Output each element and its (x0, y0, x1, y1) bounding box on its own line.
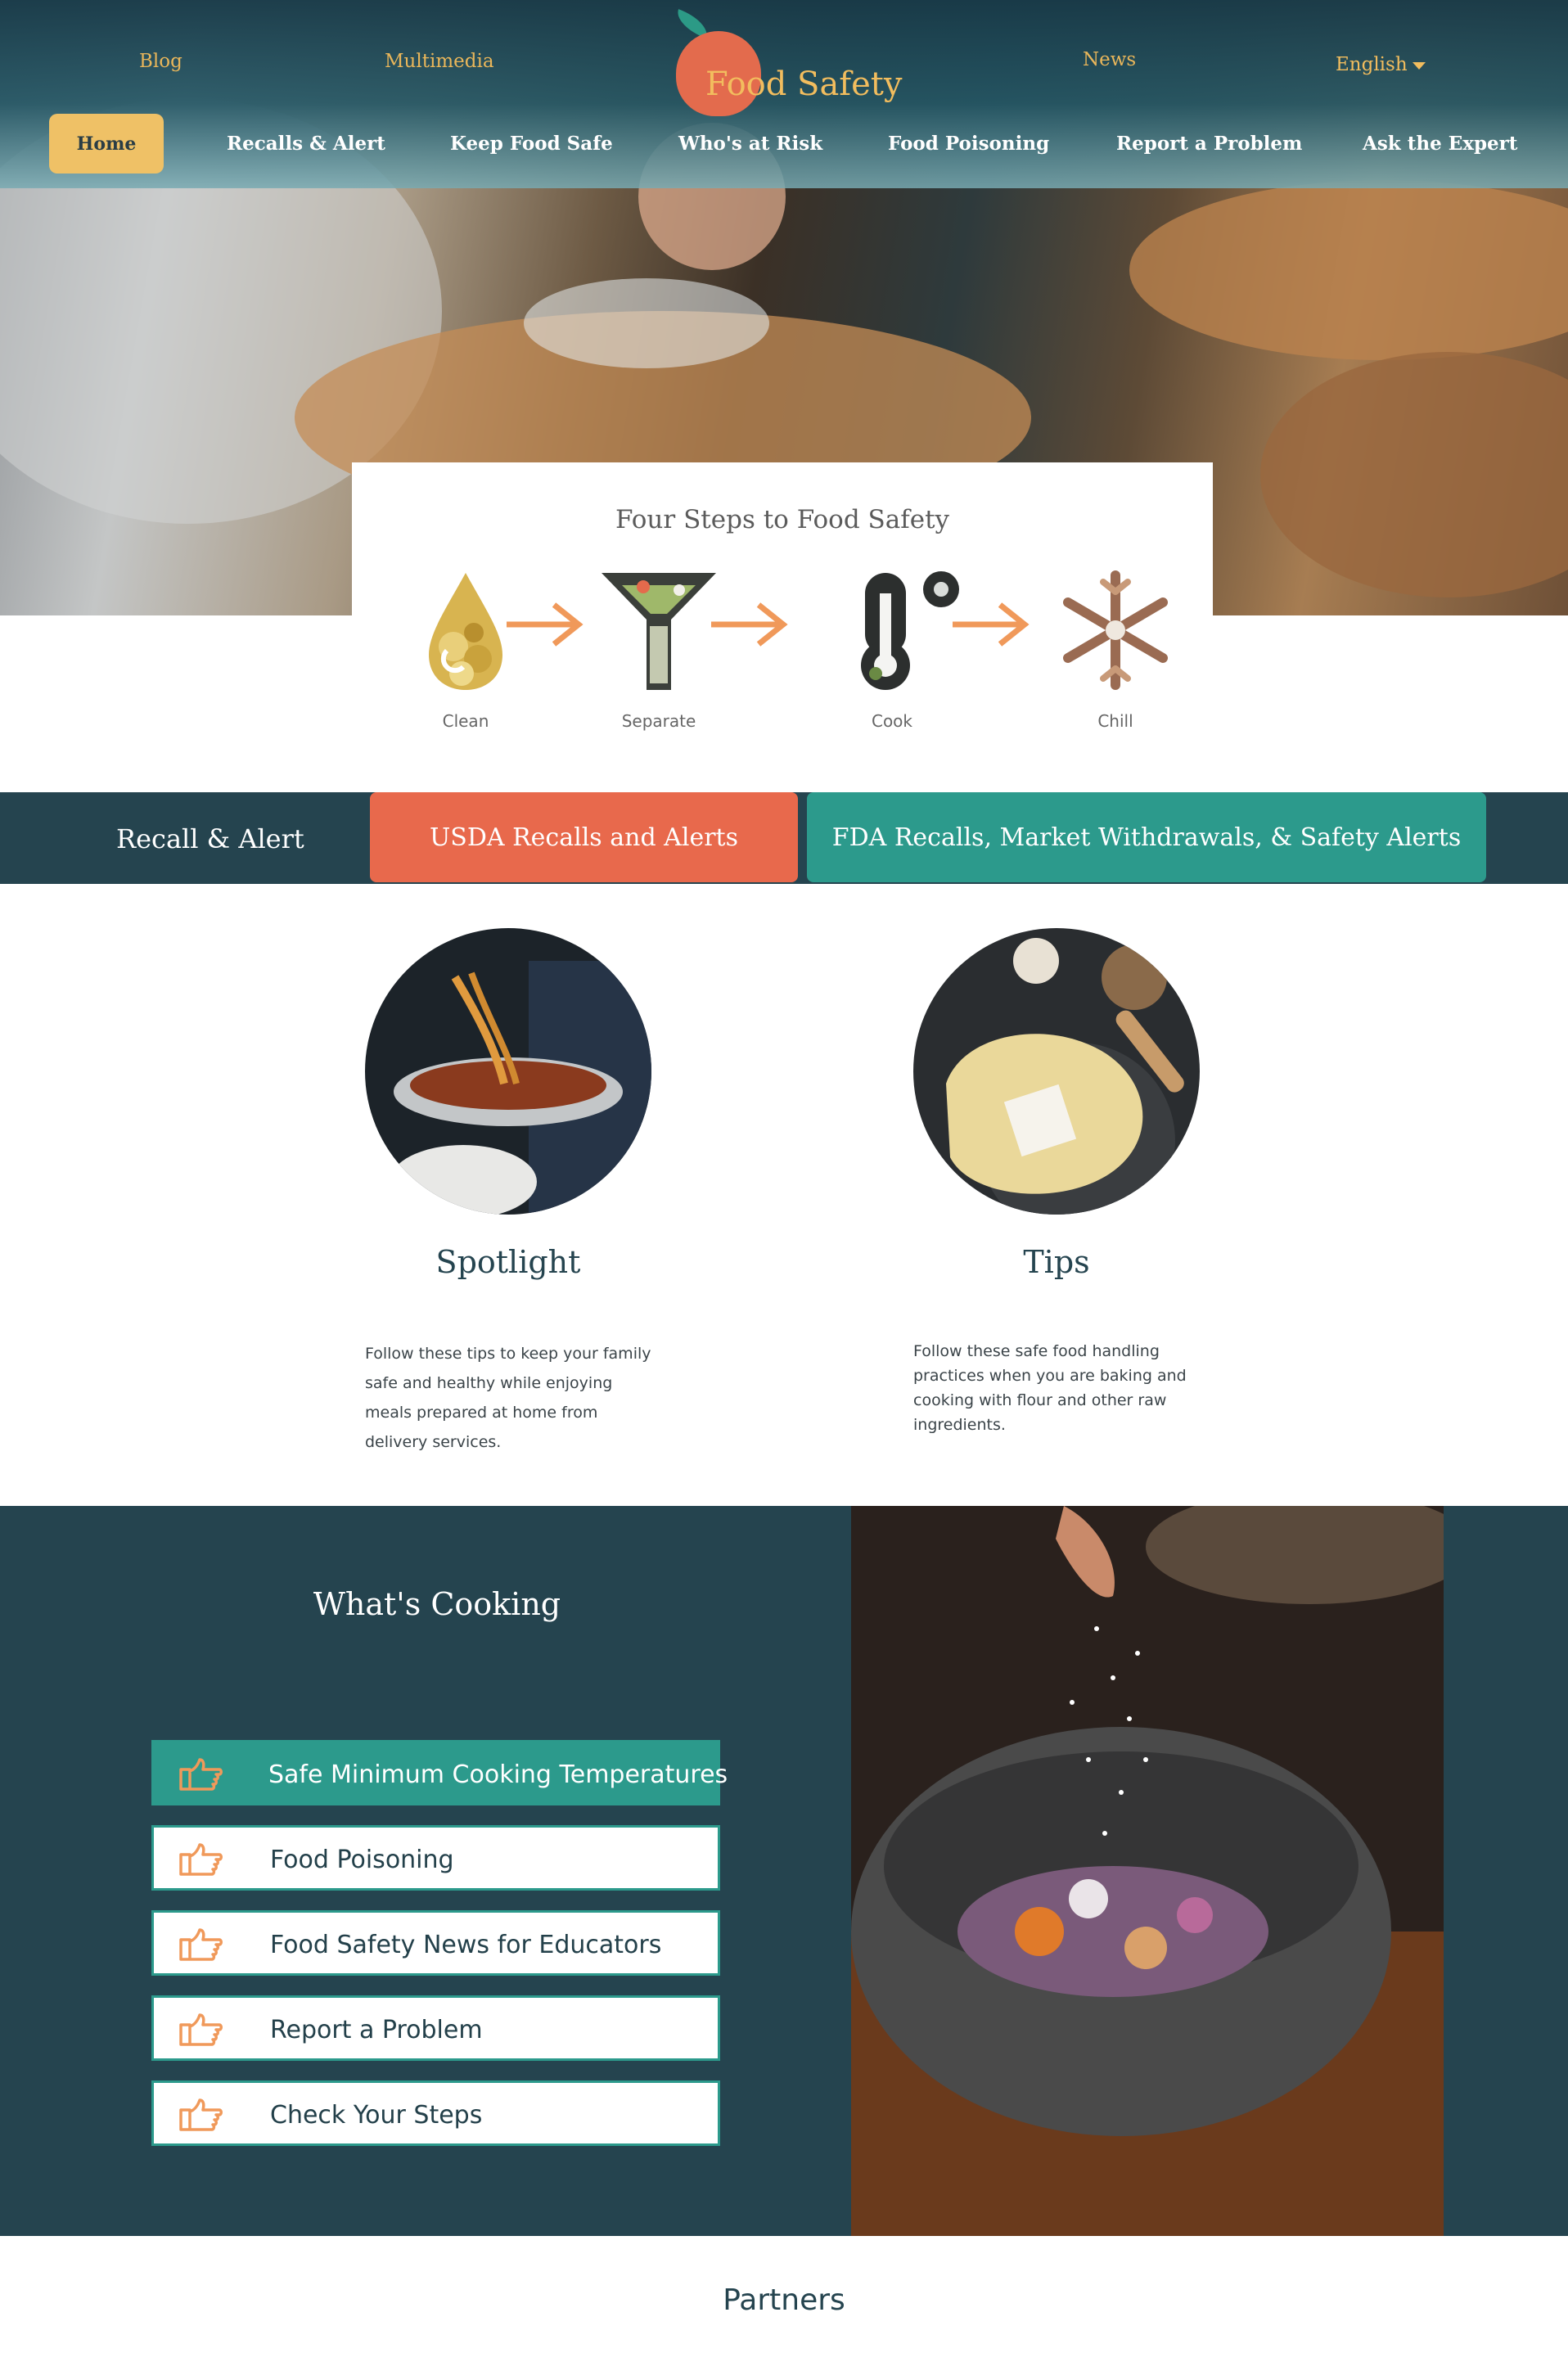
snowflake-icon (1046, 569, 1185, 692)
step-clean[interactable]: Clean (396, 569, 535, 731)
step-label: Chill (1097, 711, 1133, 731)
tips-image[interactable] (913, 928, 1200, 1215)
four-steps-title: Four Steps to Food Safety (615, 505, 950, 534)
cooking-link-safe-min-temps[interactable]: Safe Minimum Cooking Temperatures (151, 1740, 728, 1805)
pointing-hand-icon (179, 1758, 223, 1791)
hero-smoke (524, 278, 769, 368)
whats-cooking-title: What's Cooking (313, 1586, 561, 1622)
step-label: Clean (442, 711, 489, 731)
nav-food-poisoning[interactable]: Food Poisoning (888, 133, 1049, 155)
news-link[interactable]: News (1083, 49, 1136, 70)
cooking-link-check-steps[interactable]: Check Your Steps (151, 2080, 720, 2146)
caret-down-icon (1412, 61, 1426, 70)
cooking-link-report-problem[interactable]: Report a Problem (151, 1995, 720, 2061)
cooking-link-label: Safe Minimum Cooking Temperatures (268, 1760, 728, 1789)
four-steps-card: Four Steps to Food Safety Clean Separate (352, 462, 1213, 745)
thermometer-icon (822, 569, 962, 692)
nav-whos-at-risk[interactable]: Who's at Risk (678, 133, 822, 155)
tips-text: Follow these safe food handling practice… (913, 1342, 1187, 1434)
nav-recalls-alert[interactable]: Recalls & Alert (227, 133, 385, 155)
cooking-link-label: Check Your Steps (270, 2101, 483, 2130)
pointing-hand-icon (179, 1843, 223, 1876)
header-nav: Blog Multimedia News Food Safety English… (0, 0, 1568, 188)
cooking-link-food-poisoning[interactable]: Food Poisoning (151, 1825, 720, 1891)
arrow-right-icon (507, 602, 583, 647)
hero-wood-slab-lower (1260, 352, 1568, 597)
recall-alert-title: Recall & Alert (116, 823, 304, 854)
cooking-link-label: Food Poisoning (270, 1846, 454, 1874)
spotlight-image[interactable] (365, 928, 651, 1215)
recall-alert-bar: Recall & Alert USDA Recalls and Alerts F… (0, 792, 1568, 884)
step-chill[interactable]: Chill (1046, 569, 1185, 731)
fda-recalls-button[interactable]: FDA Recalls, Market Withdrawals, & Safet… (807, 792, 1486, 882)
nav-ask-the-expert[interactable]: Ask the Expert (1363, 133, 1517, 155)
pointing-hand-icon (179, 1928, 223, 1961)
hero-wood-slab-right (1129, 180, 1568, 360)
pointing-hand-icon (179, 2013, 223, 2046)
arrow-right-icon (953, 602, 1030, 647)
nav-home-button[interactable]: Home (49, 114, 164, 174)
step-label: Separate (621, 711, 696, 731)
cooking-link-label: Food Safety News for Educators (270, 1931, 662, 1959)
whats-cooking-section: What's Cooking Safe Minimum Cooking Temp… (0, 1506, 1568, 2236)
site-logo-text[interactable]: Food Safety (705, 65, 902, 103)
spotlight-text: Follow these tips to keep your family sa… (365, 1345, 651, 1451)
cooking-link-educators[interactable]: Food Safety News for Educators (151, 1910, 720, 1976)
partners-title: Partners (723, 2283, 845, 2317)
tips-title[interactable]: Tips (913, 1244, 1200, 1280)
usda-recalls-button[interactable]: USDA Recalls and Alerts (370, 792, 798, 882)
nav-keep-food-safe[interactable]: Keep Food Safe (450, 133, 613, 155)
step-separate[interactable]: Separate (589, 569, 728, 731)
language-selector[interactable]: English (1336, 54, 1426, 75)
step-label: Cook (871, 711, 913, 731)
cooking-photo (851, 1506, 1444, 2236)
arrow-right-icon (711, 602, 788, 647)
pointing-hand-icon (179, 2098, 223, 2131)
spotlight-title[interactable]: Spotlight (365, 1244, 651, 1280)
step-cook[interactable]: Cook (822, 569, 962, 731)
cooking-link-label: Report a Problem (270, 2016, 483, 2044)
blog-link[interactable]: Blog (139, 51, 182, 72)
multimedia-link[interactable]: Multimedia (385, 51, 494, 72)
language-label: English (1336, 54, 1408, 75)
nav-report-a-problem[interactable]: Report a Problem (1116, 133, 1302, 155)
